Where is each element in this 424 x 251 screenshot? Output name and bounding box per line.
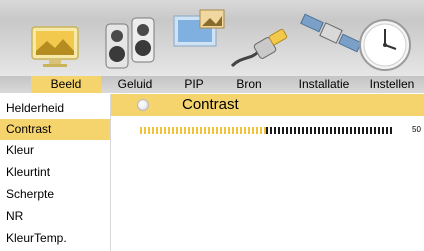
panel-title: Contrast — [182, 96, 239, 113]
menu-item-kleur[interactable]: Kleur — [0, 140, 110, 161]
tab-bar: Beeld Geluid PIP Bron Installatie Instel… — [0, 76, 424, 93]
source-plug-icon[interactable] — [228, 26, 292, 70]
slider-fill — [140, 127, 266, 134]
satellite-icon[interactable] — [300, 12, 362, 58]
tab-installatie[interactable]: Installatie — [293, 76, 355, 93]
tab-beeld[interactable]: Beeld — [31, 76, 101, 93]
bullet-icon — [137, 99, 149, 111]
tab-pip[interactable]: PIP — [177, 76, 211, 93]
slider-empty — [266, 127, 392, 134]
menu-divider — [110, 94, 111, 251]
clock-icon[interactable] — [356, 16, 414, 74]
panel-header: Contrast — [111, 94, 424, 116]
picture-icon[interactable] — [29, 21, 81, 69]
menu-item-contrast[interactable]: Contrast — [0, 119, 110, 140]
menu-item-kleurtint[interactable]: Kleurtint — [0, 162, 110, 183]
icon-strip — [0, 0, 424, 76]
speakers-icon[interactable] — [104, 14, 156, 72]
menu-item-helderheid[interactable]: Helderheid — [0, 98, 110, 119]
tab-instellen[interactable]: Instellen — [361, 76, 423, 93]
menu-item-scherpte[interactable]: Scherpte — [0, 184, 110, 205]
pip-icon[interactable] — [172, 8, 228, 54]
tab-bron[interactable]: Bron — [229, 76, 269, 93]
slider-value: 50 — [412, 125, 421, 134]
menu-item-nr[interactable]: NR — [0, 206, 110, 227]
menu-item-kleurtemp[interactable]: KleurTemp. — [0, 228, 110, 249]
contrast-slider[interactable] — [140, 127, 392, 134]
tab-geluid[interactable]: Geluid — [110, 76, 160, 93]
settings-menu: Helderheid Contrast Kleur Kleurtint Sche… — [0, 94, 110, 251]
